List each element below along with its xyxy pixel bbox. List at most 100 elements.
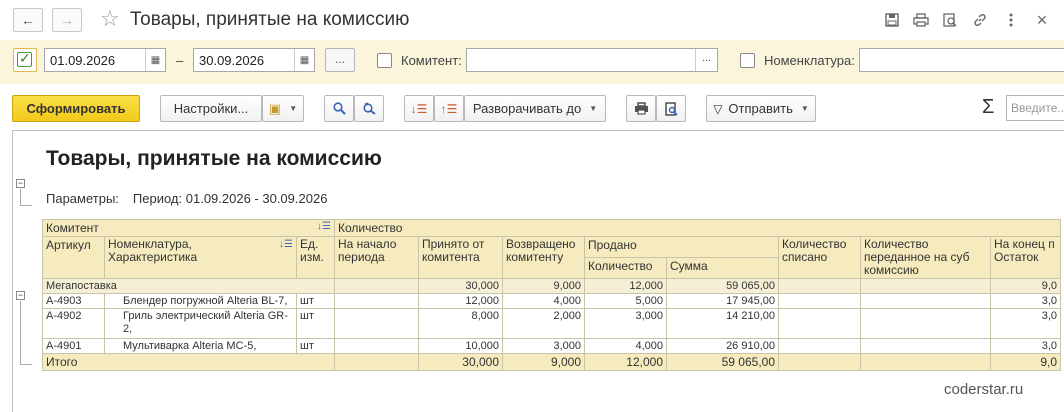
collapse-group-icon[interactable]: − [16,291,25,300]
cell-returned: 4,000 [502,293,585,309]
period-select-button[interactable]: ... [325,48,355,72]
period-checkbox[interactable] [17,50,32,67]
cell-remainder: 3,0 [990,308,1061,339]
cell-nomenclature: Мультиварка Alteria MC-5, [104,338,297,354]
more-menu-icon[interactable] [1002,11,1020,29]
cell-article: А-4903 [42,293,105,309]
collapse-group-icon[interactable]: − [16,179,25,188]
cell-sold-qty: 4,000 [584,338,667,354]
calendar-icon[interactable]: ▦ [294,49,314,71]
table-row[interactable]: А-4901 Мультиварка Alteria MC-5, шт 10,0… [42,338,1061,354]
header-received[interactable]: Принято от комитента [418,236,503,279]
cell-transferred [860,278,991,294]
sort-icon[interactable]: ↓☰ [317,221,331,232]
header-end-period[interactable]: На конец п Остаток [990,236,1061,279]
table-row[interactable]: А-4903 Блендер погружной Alteria BL-7, ш… [42,293,1061,309]
table-row[interactable]: А-4902 Гриль электрический Alteria GR-2,… [42,308,1061,339]
cell-transferred [860,308,991,339]
nomenclature-field[interactable] [859,48,1064,72]
cell-nomenclature: Блендер погружной Alteria BL-7, [104,293,297,309]
header-written-off[interactable]: Количество списано [778,236,861,279]
favorite-star-icon[interactable]: ☆ [100,6,120,32]
watermark-text: coderstar.ru [944,381,1024,398]
sort-asc-icon: ↓☰ [410,101,428,116]
group-line [20,364,32,365]
cell-returned: 3,000 [502,338,585,354]
report-variant-icon: ▣ [268,100,282,116]
forward-button[interactable]: → [52,8,82,32]
commitent-field[interactable]: ... [466,48,718,72]
group-row[interactable]: Мегапоставка 30,000 9,000 12,000 59 065,… [42,278,1061,294]
cell-received: 10,000 [418,338,503,354]
date-range-dash: – [176,53,184,68]
variants-dropdown-button[interactable]: ▣ ▼ [262,95,304,122]
cell-written-off [778,293,861,309]
send-dropdown-button[interactable]: ▽ Отправить ▼ [706,95,816,122]
nomenclature-checkbox[interactable] [740,53,755,68]
save-icon[interactable] [883,11,901,29]
link-icon[interactable] [971,11,989,29]
group-name: Мегапоставка [42,278,335,294]
sort-descending-button[interactable]: ↑☰ [434,95,464,122]
header-start-period[interactable]: На начало периода [334,236,419,279]
cell-sold-qty: 3,000 [584,308,667,339]
preview-icon [664,101,678,116]
header-unit[interactable]: Ед. изм. [296,236,335,279]
cell-received: 12,000 [418,293,503,309]
commitent-checkbox[interactable] [377,53,392,68]
find-button[interactable] [324,95,354,122]
commitent-label: Комитент: [401,53,462,68]
date-to-field[interactable]: 30.09.2026 ▦ [193,48,315,72]
period-checkbox-frame [13,48,37,72]
cell-unit: шт [296,308,335,339]
cell-unit: шт [296,338,335,354]
cell-written-off [778,308,861,339]
cell-remainder: 3,0 [990,338,1061,354]
search-icon [332,102,346,115]
params-value: Период: 01.09.2026 - 30.09.2026 [132,191,328,206]
cell-remainder: 9,0 [990,278,1061,294]
report-parameters: Параметры: Период: 01.09.2026 - 30.09.202… [46,191,327,206]
find-next-button[interactable] [354,95,384,122]
date-from-field[interactable]: 01.09.2026 ▦ [44,48,166,72]
back-button[interactable]: ← [13,8,43,32]
close-icon[interactable]: × [1033,10,1051,30]
cell-start [334,308,419,339]
cell-remainder: 9,0 [990,353,1061,371]
commitent-select-button[interactable]: ... [695,49,717,71]
total-row[interactable]: Итого 30,000 9,000 12,000 59 065,00 9,0 [42,353,1061,371]
cell-transferred [860,338,991,354]
header-article[interactable]: Артикул [42,236,105,279]
cell-written-off [778,278,861,294]
preview-button[interactable] [656,95,686,122]
sort-icon[interactable]: ↓☰ [279,238,293,251]
header-transferred[interactable]: Количество переданное на суб комиссию [860,236,991,279]
cell-received: 30,000 [418,353,503,371]
header-commitent[interactable]: Комитент ↓☰ [42,219,335,237]
total-label: Итого [42,353,335,371]
sort-ascending-button[interactable]: ↓☰ [404,95,434,122]
cell-sold-qty: 12,000 [584,353,667,371]
cell-article: А-4902 [42,308,105,339]
group-line [20,189,21,205]
preview-icon[interactable] [941,11,959,29]
search-input[interactable]: Введите... [1006,95,1064,121]
header-nomenclature[interactable]: ↓☰ Номенклатура, Характеристика [104,236,297,279]
header-sold-sum[interactable]: Сумма [666,257,779,279]
print-button[interactable] [626,95,656,122]
header-sold-quantity[interactable]: Количество [584,257,667,279]
sum-icon[interactable]: Σ [982,96,994,119]
settings-button[interactable]: Настройки... [160,95,262,122]
print-icon[interactable] [912,11,930,29]
expand-to-dropdown[interactable]: Разворачивать до ▼ [464,95,606,122]
generate-button[interactable]: Сформировать [12,95,140,122]
cell-written-off [778,338,861,354]
header-sold[interactable]: Продано [584,236,779,258]
calendar-icon[interactable]: ▦ [145,49,165,71]
search-next-icon [363,102,376,115]
header-quantity[interactable]: Количество [334,219,1061,237]
cell-transferred [860,293,991,309]
header-returned[interactable]: Возвращено комитенту [502,236,585,279]
report-table: Комитент ↓☰ Количество Артикул ↓☰ Номенкла… [42,219,1061,371]
chevron-down-icon: ▼ [589,104,598,113]
